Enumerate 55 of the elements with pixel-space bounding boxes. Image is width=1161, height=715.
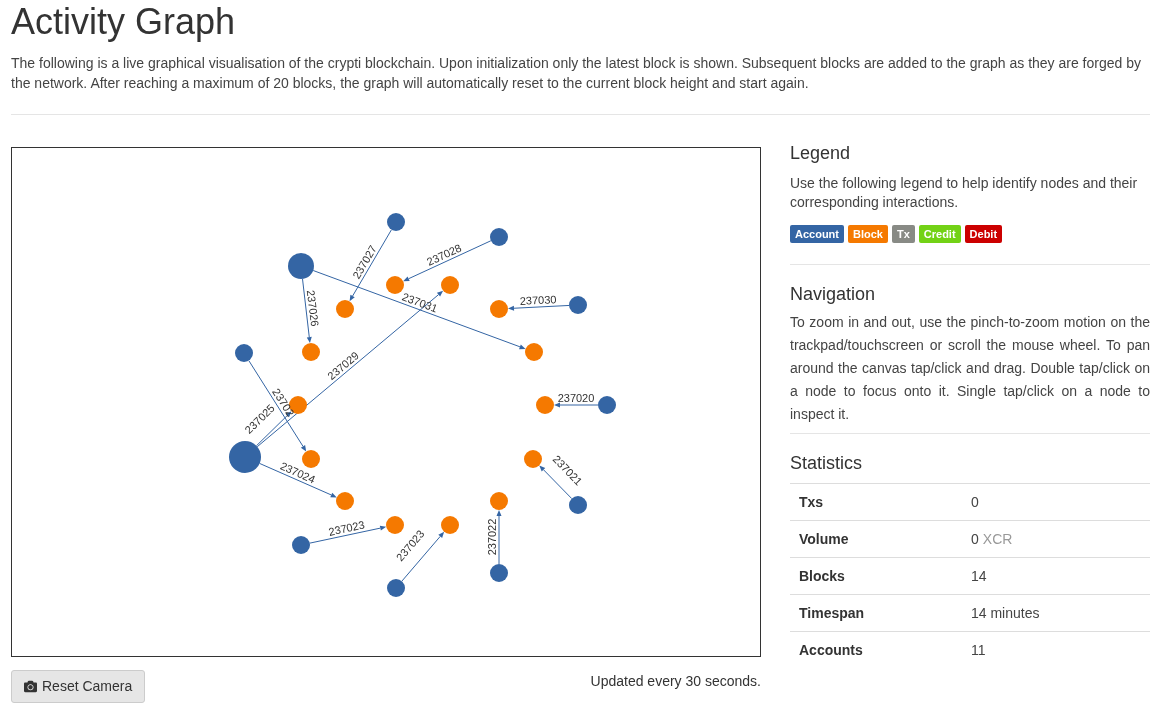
edge-arrow bbox=[554, 402, 599, 408]
update-note: Updated every 30 seconds. bbox=[590, 672, 761, 691]
account-node bbox=[569, 296, 587, 314]
block-node bbox=[490, 300, 508, 318]
account-node bbox=[490, 228, 508, 246]
block-node bbox=[441, 516, 459, 534]
stat-label: Blocks bbox=[798, 566, 846, 586]
account-node bbox=[229, 441, 261, 473]
stat-label: Accounts bbox=[798, 640, 864, 660]
stat-value: 0 bbox=[971, 529, 979, 549]
legend-tag: Account bbox=[790, 225, 844, 243]
edge-arrow bbox=[496, 510, 502, 565]
legend-tag: Tx bbox=[891, 225, 915, 243]
edge-label: 237026 bbox=[304, 289, 322, 328]
edge-label: 237030 bbox=[519, 293, 557, 307]
legend-tag: Block bbox=[848, 225, 888, 243]
account-node bbox=[569, 496, 587, 514]
edge-label: 237023 bbox=[327, 518, 366, 538]
account-node bbox=[490, 564, 508, 582]
block-node bbox=[490, 492, 508, 510]
account-node bbox=[292, 536, 310, 554]
account-node bbox=[387, 579, 405, 597]
block-node bbox=[336, 492, 354, 510]
legend-tag: Credit bbox=[918, 225, 961, 243]
block-node bbox=[441, 276, 459, 294]
camera-icon bbox=[24, 680, 37, 693]
edge-label: 237022 bbox=[486, 518, 498, 556]
block-node bbox=[525, 343, 543, 361]
stat-value: 11 bbox=[971, 640, 986, 660]
legend-tag: Debit bbox=[964, 225, 1003, 243]
account-node bbox=[235, 344, 253, 362]
stat-label: Txs bbox=[798, 492, 825, 512]
page-title: Activity Graph bbox=[11, 0, 237, 42]
block-node bbox=[536, 396, 554, 414]
edge-label: 237020 bbox=[557, 392, 595, 404]
stat-label: Timespan bbox=[798, 603, 866, 623]
navigation-heading: Navigation bbox=[790, 283, 877, 305]
block-node bbox=[302, 343, 320, 361]
block-node bbox=[524, 450, 542, 468]
intro-text: The following is a live graphical visualisation of the crypti blockchain. Upon initialization only the latest block is shown. Subsequent blocks are added to the graph as they are forged by the network. After reaching a maximum of 20 blocks, the graph will automatically reset to the current block height and start again. bbox=[11, 54, 1142, 93]
statistics-heading: Statistics bbox=[790, 452, 864, 474]
account-node bbox=[288, 253, 314, 279]
stat-value: 14 minutes bbox=[971, 603, 1040, 623]
legend-text: Use the following legend to help identify nodes and their corresponding interactions. bbox=[790, 174, 1139, 212]
stat-label: Volume bbox=[798, 529, 850, 549]
account-node bbox=[387, 213, 405, 231]
block-node bbox=[336, 300, 354, 318]
navigation-text: To zoom in and out, use the pinch-to-zoom motion on the trackpad/touchscreen or scroll the mouse wheel. To pan around the canvas tap/click and drag. Double tap/click on a node to focus onto it. Single tap/click on a node to inspect it. bbox=[790, 313, 1150, 424]
stat-value: 0 bbox=[971, 492, 979, 512]
stat-unit: XCR bbox=[982, 529, 1013, 549]
stat-value: 14 bbox=[971, 566, 987, 586]
reset-camera-button[interactable]: Reset Camera bbox=[11, 670, 146, 703]
legend-heading: Legend bbox=[790, 142, 852, 164]
block-node bbox=[386, 276, 404, 294]
account-node bbox=[598, 396, 616, 414]
